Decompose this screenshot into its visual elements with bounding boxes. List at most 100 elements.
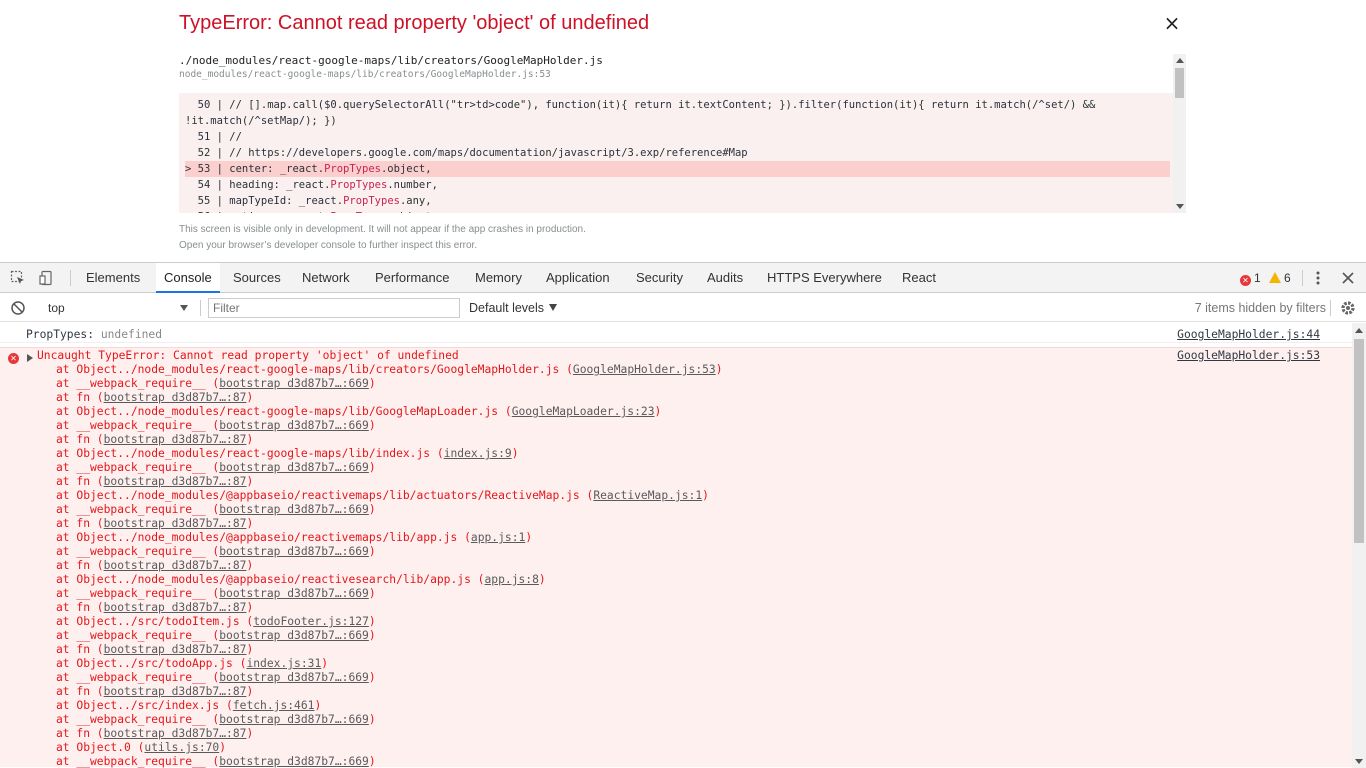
stack-frame-text: at __webpack_require__ ( — [56, 461, 220, 474]
tab-sources[interactable]: Sources — [225, 263, 289, 293]
stack-frame-link[interactable]: bootstrap d3d87b7…:87 — [104, 685, 247, 698]
stack-frame-text: at __webpack_require__ ( — [56, 419, 220, 432]
stack-frame-link[interactable]: bootstrap d3d87b7…:87 — [104, 433, 247, 446]
warning-count-badge[interactable]: 6 — [1269, 271, 1291, 285]
code-line: 51 | // — [185, 131, 242, 143]
stack-frame-text: at fn ( — [56, 517, 104, 530]
stack-frame-link[interactable]: bootstrap d3d87b7…:87 — [104, 559, 247, 572]
stack-frame-link[interactable]: bootstrap d3d87b7…:87 — [104, 517, 247, 530]
tab-performance[interactable]: Performance — [367, 263, 457, 293]
stack-frame-text: at fn ( — [56, 643, 104, 656]
log-source-link[interactable]: GoogleMapHolder.js:44 — [1177, 328, 1320, 341]
stack-frame-text: at Object../src/todoItem.js ( — [56, 615, 254, 628]
code-line: 54 | heading: _react.PropTypes.number, — [185, 179, 438, 191]
device-toolbar-icon[interactable] — [39, 270, 55, 286]
stack-frame: at __webpack_require__ (bootstrap d3d87b… — [56, 671, 723, 685]
stack-frame-link[interactable]: bootstrap d3d87b7…:87 — [104, 727, 247, 740]
log-levels-dropdown[interactable]: Default levels — [469, 298, 558, 318]
tab-memory[interactable]: Memory — [467, 263, 530, 293]
stack-frame-link[interactable]: bootstrap d3d87b7…:669 — [219, 671, 369, 684]
stack-frame-text: at fn ( — [56, 559, 104, 572]
stack-frame-text: ) — [715, 363, 723, 376]
tab-react[interactable]: React — [894, 263, 944, 293]
log-label: PropTypes: — [26, 328, 95, 341]
console-settings-gear-icon[interactable] — [1340, 300, 1356, 316]
code-frame-scrollbar[interactable] — [1173, 54, 1186, 213]
stack-frame-text: ) — [368, 377, 376, 390]
stack-frame-link[interactable]: fetch.js:461 — [233, 699, 315, 712]
stack-frame-link[interactable]: bootstrap d3d87b7…:87 — [104, 475, 247, 488]
expand-triangle-icon[interactable] — [27, 354, 33, 362]
caret-down-icon — [549, 304, 558, 311]
stack-frame: at __webpack_require__ (bootstrap d3d87b… — [56, 587, 723, 601]
stack-frame-link[interactable]: bootstrap d3d87b7…:87 — [104, 601, 247, 614]
stack-frame-link[interactable]: bootstrap d3d87b7…:669 — [219, 755, 369, 768]
stack-trace: at Object../node_modules/react-google-ma… — [56, 363, 723, 768]
console-filter-input[interactable] — [208, 298, 460, 318]
stack-frame-link[interactable]: todoFooter.js:127 — [253, 615, 369, 628]
stack-frame-link[interactable]: bootstrap d3d87b7…:669 — [219, 545, 369, 558]
scroll-down-icon[interactable] — [1355, 759, 1363, 764]
stack-frame-link[interactable]: app.js:8 — [484, 573, 538, 586]
stack-frame-link[interactable]: bootstrap d3d87b7…:669 — [219, 503, 369, 516]
scroll-down-icon[interactable] — [1176, 204, 1184, 209]
stack-frame: at Object../node_modules/react-google-ma… — [56, 405, 723, 419]
stack-frame-link[interactable]: GoogleMapHolder.js:53 — [573, 363, 716, 376]
tab-https-everywhere[interactable]: HTTPS Everywhere — [759, 263, 890, 293]
close-devtools-icon[interactable] — [1340, 270, 1356, 286]
error-file-path[interactable]: ./node_modules/react-google-maps/lib/cre… — [179, 54, 603, 67]
stack-frame-link[interactable]: bootstrap d3d87b7…:669 — [219, 461, 369, 474]
stack-frame-text: ) — [246, 433, 254, 446]
inspect-element-icon[interactable] — [10, 270, 26, 286]
stack-frame-text: ) — [246, 643, 254, 656]
scroll-thumb[interactable] — [1175, 68, 1184, 98]
scroll-up-icon[interactable] — [1355, 328, 1363, 333]
stack-frame-link[interactable]: index.js:9 — [444, 447, 512, 460]
error-source-link[interactable]: GoogleMapHolder.js:53 — [1177, 349, 1320, 362]
stack-frame-link[interactable]: index.js:31 — [246, 657, 321, 670]
tab-security[interactable]: Security — [628, 263, 691, 293]
scroll-thumb[interactable] — [1354, 339, 1364, 543]
stack-frame-text: at __webpack_require__ ( — [56, 629, 220, 642]
stack-frame-link[interactable]: bootstrap d3d87b7…:669 — [219, 587, 369, 600]
context-select[interactable]: top — [40, 298, 194, 318]
stack-frame-text: ) — [368, 461, 376, 474]
error-count-badge[interactable]: ✕ 1 — [1240, 271, 1261, 286]
stack-frame-link[interactable]: bootstrap d3d87b7…:669 — [219, 713, 369, 726]
stack-frame-text: at fn ( — [56, 727, 104, 740]
stack-frame: at __webpack_require__ (bootstrap d3d87b… — [56, 461, 723, 475]
stack-frame-link[interactable]: ReactiveMap.js:1 — [593, 489, 702, 502]
clear-console-icon[interactable] — [10, 300, 26, 316]
stack-frame-link[interactable]: bootstrap d3d87b7…:87 — [104, 391, 247, 404]
stack-frame-text: at Object.0 ( — [56, 741, 145, 754]
scroll-up-icon[interactable] — [1176, 58, 1184, 63]
code-frame: 50 | // [].map.call($0.querySelectorAll(… — [179, 93, 1176, 213]
tab-elements[interactable]: Elements — [78, 263, 148, 293]
stack-frame: at fn (bootstrap d3d87b7…:87) — [56, 601, 723, 615]
stack-frame-link[interactable]: app.js:1 — [471, 531, 525, 544]
error-title: TypeError: Cannot read property 'object'… — [179, 12, 650, 34]
stack-frame-text: at __webpack_require__ ( — [56, 545, 220, 558]
stack-frame-link[interactable]: bootstrap d3d87b7…:669 — [219, 377, 369, 390]
more-menu-icon[interactable] — [1310, 270, 1326, 286]
stack-frame: at __webpack_require__ (bootstrap d3d87b… — [56, 377, 723, 391]
tab-console[interactable]: Console — [156, 263, 220, 293]
stack-frame-text: ) — [246, 727, 254, 740]
tab-network[interactable]: Network — [294, 263, 358, 293]
tab-audits[interactable]: Audits — [699, 263, 751, 293]
stack-frame: at Object../src/todoItem.js (todoFooter.… — [56, 615, 723, 629]
toolbar-divider — [70, 270, 71, 286]
stack-frame-link[interactable]: bootstrap d3d87b7…:669 — [219, 419, 369, 432]
stack-frame: at fn (bootstrap d3d87b7…:87) — [56, 685, 723, 699]
stack-frame: at Object../node_modules/@appbaseio/reac… — [56, 531, 723, 545]
console-scrollbar[interactable] — [1352, 323, 1366, 768]
stack-frame-text: at __webpack_require__ ( — [56, 671, 220, 684]
stack-frame-link[interactable]: bootstrap d3d87b7…:87 — [104, 643, 247, 656]
console-output: PropTypes: undefined GoogleMapHolder.js:… — [0, 323, 1352, 768]
stack-frame-link[interactable]: GoogleMapLoader.js:23 — [512, 405, 655, 418]
tab-application[interactable]: Application — [538, 263, 618, 293]
devtools-panel: Elements Console Sources Network Performance… — [0, 262, 1366, 768]
close-icon[interactable]: × — [1162, 12, 1182, 34]
stack-frame-link[interactable]: bootstrap d3d87b7…:669 — [219, 629, 369, 642]
stack-frame-link[interactable]: utils.js:70 — [144, 741, 219, 754]
